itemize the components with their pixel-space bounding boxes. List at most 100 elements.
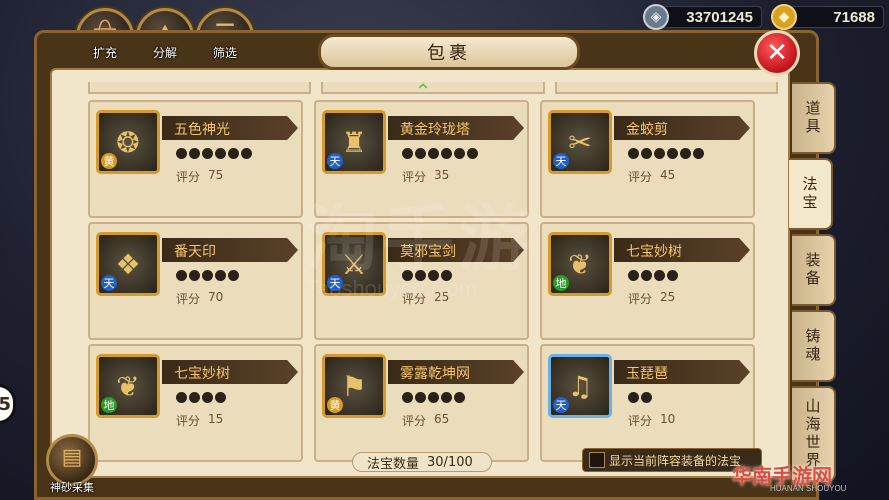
tab-soul-forge-label: 铸魂 <box>803 328 822 364</box>
scissors-icon-glyph: ✂ <box>568 125 592 159</box>
score-label: 评分 <box>628 414 653 428</box>
tab-soul-forge[interactable]: 铸魂 <box>792 310 836 382</box>
score-value: 70 <box>208 290 224 304</box>
star-dot <box>202 392 213 403</box>
close-button[interactable]: ✕ <box>754 30 800 76</box>
treasure-card[interactable]: ❂ 黄 五色神光 评分 75 <box>88 100 303 218</box>
star-dot <box>402 270 413 281</box>
show-equipped-label: 显示当前阵容装备的法宝 <box>609 453 742 468</box>
score-value: 45 <box>660 168 676 182</box>
expand-label: 扩充 <box>92 46 117 60</box>
score-value: 25 <box>660 290 676 304</box>
page-title-text: 包裹 <box>427 43 471 64</box>
tab-equipment-label: 装备 <box>803 252 822 288</box>
grade-badge: 黄 <box>101 153 117 169</box>
sand-collect-button[interactable]: ▤ 神砂采集 <box>46 434 98 494</box>
silver-currency: ◈ 33701245 <box>643 4 762 30</box>
orb-icon[interactable]: ❂ 黄 <box>96 110 160 174</box>
grade-badge: 地 <box>553 275 569 291</box>
score-value: 65 <box>434 412 450 426</box>
grade-badge: 天 <box>101 275 117 291</box>
star-dot <box>441 148 452 159</box>
tab-items[interactable]: 道具 <box>792 82 836 154</box>
star-dot <box>467 148 478 159</box>
star-dot <box>215 270 226 281</box>
treasure-card[interactable]: ⚑ 黄 雾露乾坤网 评分 65 <box>314 344 529 462</box>
brand-sub-text: HUANAN SHOUYOU <box>770 484 847 493</box>
tree-icon-glyph: ❦ <box>568 247 592 281</box>
net-icon[interactable]: ⚑ 黄 <box>322 354 386 418</box>
treasure-count: 法宝数量 30/100 <box>352 452 492 472</box>
star-dot <box>402 148 413 159</box>
pipa-icon-glyph: ♫ <box>567 369 593 403</box>
treasure-card[interactable]: ❦ 地 七宝妙树 评分 25 <box>540 222 755 340</box>
tab-equipment[interactable]: 装备 <box>792 234 836 306</box>
score-value: 25 <box>434 290 450 304</box>
brand-sub: HUANAN SHOUYOU <box>770 484 846 493</box>
star-dot <box>228 148 239 159</box>
score-label: 评分 <box>628 170 653 184</box>
tree-icon[interactable]: ❦ 地 <box>548 232 612 296</box>
tab-treasures[interactable]: 法宝 <box>789 158 833 230</box>
sword-icon-glyph: ⚔ <box>341 247 367 281</box>
star-dot <box>441 392 452 403</box>
treasure-card[interactable]: ♫ 天 玉琵琶 评分 10 <box>540 344 755 462</box>
star-rating <box>628 392 652 403</box>
star-dot <box>454 392 465 403</box>
star-dot <box>189 392 200 403</box>
star-dot <box>641 148 652 159</box>
treasure-name: 五色神光 <box>174 122 230 138</box>
filter-label: 筛选 <box>212 46 237 60</box>
treasure-name: 七宝妙树 <box>626 244 682 260</box>
scissors-icon[interactable]: ✂ 天 <box>548 110 612 174</box>
star-dot <box>628 392 639 403</box>
seal-icon[interactable]: ❖ 天 <box>96 232 160 296</box>
score-label: 评分 <box>402 170 427 184</box>
pipa-icon[interactable]: ♫ 天 <box>548 354 612 418</box>
score-label: 评分 <box>402 292 427 306</box>
star-dot <box>667 270 678 281</box>
score-label: 评分 <box>176 292 201 306</box>
gold-ingot-icon: ◆ <box>771 4 797 30</box>
treasure-card[interactable]: ❖ 天 番天印 评分 70 <box>88 222 303 340</box>
tab-items-label: 道具 <box>803 100 822 136</box>
star-rating <box>176 148 252 159</box>
star-dot <box>654 270 665 281</box>
gold-currency: ◆ 71688 <box>771 4 884 30</box>
treasure-card[interactable]: ✂ 天 金蛟剪 评分 45 <box>540 100 755 218</box>
treasure-name: 玉琵琶 <box>626 366 668 382</box>
side-badge[interactable]: 5 <box>0 384 16 424</box>
side-badge-text: 5 <box>0 393 11 415</box>
net-icon-glyph: ⚑ <box>341 369 367 403</box>
score-value: 35 <box>434 168 450 182</box>
star-dot <box>428 148 439 159</box>
decompose-label: 分解 <box>152 46 177 60</box>
star-dot <box>176 270 187 281</box>
treasure-card[interactable]: ♜ 天 黄金玲珑塔 评分 35 <box>314 100 529 218</box>
grade-badge: 地 <box>101 397 117 413</box>
treasure-name: 黄金玲珑塔 <box>400 122 470 138</box>
checkbox[interactable] <box>589 452 605 468</box>
scroll-up-icon[interactable]: ⌃ <box>410 79 436 103</box>
score-label: 评分 <box>402 414 427 428</box>
score-label: 评分 <box>628 292 653 306</box>
tree-icon-glyph: ❦ <box>116 369 140 403</box>
grade-badge: 黄 <box>327 397 343 413</box>
close-icon: ✕ <box>766 38 788 68</box>
star-dot <box>215 148 226 159</box>
score-label: 评分 <box>176 414 201 428</box>
grade-badge: 天 <box>553 397 569 413</box>
treasure-count-label: 法宝数量 <box>367 456 420 472</box>
treasure-card[interactable]: ❦ 地 七宝妙树 评分 15 <box>88 344 303 462</box>
page-title: 包裹 <box>318 34 580 70</box>
pagoda-icon[interactable]: ♜ 天 <box>322 110 386 174</box>
star-dot <box>441 270 452 281</box>
treasure-card[interactable]: ⚔ 天 莫邪宝剑 评分 25 <box>314 222 529 340</box>
tree-icon[interactable]: ❦ 地 <box>96 354 160 418</box>
star-rating <box>628 148 704 159</box>
score-label: 评分 <box>176 170 201 184</box>
sword-icon[interactable]: ⚔ 天 <box>322 232 386 296</box>
star-dot <box>628 148 639 159</box>
star-dot <box>680 148 691 159</box>
star-dot <box>641 270 652 281</box>
